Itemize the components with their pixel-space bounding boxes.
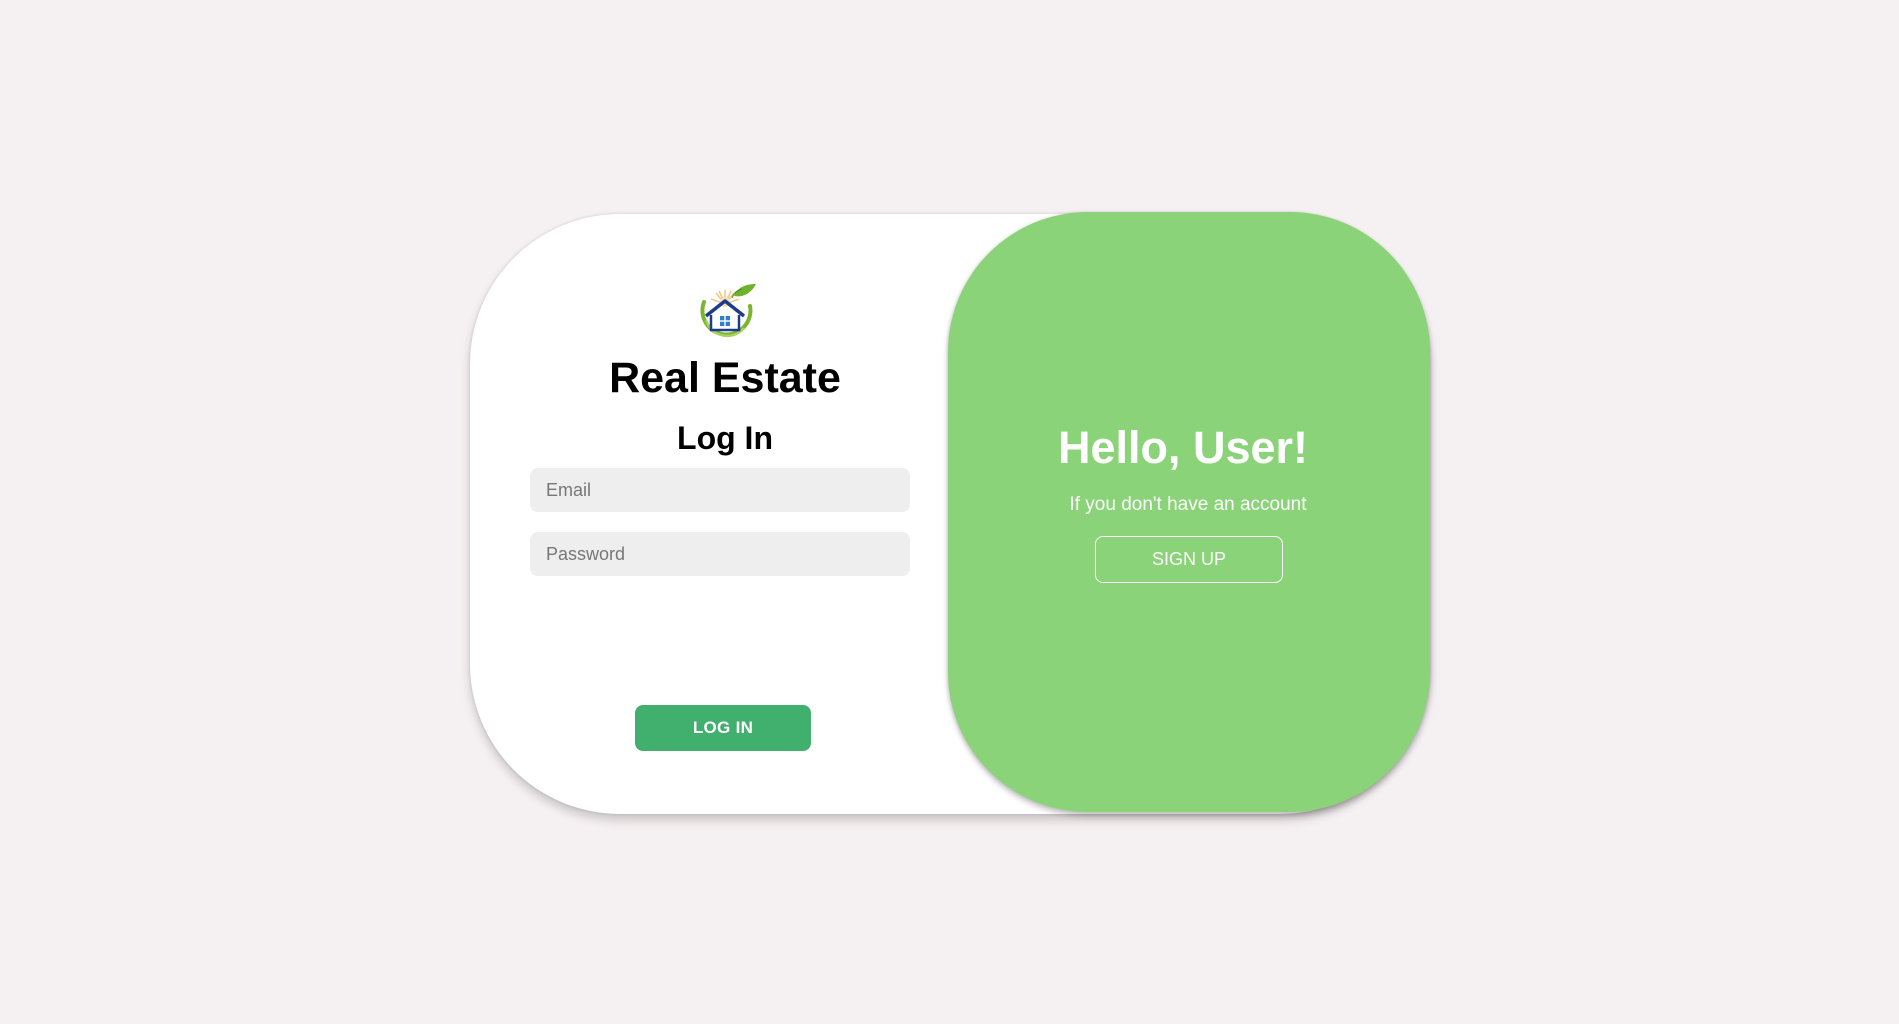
hello-title: Hello, User!	[1057, 422, 1309, 473]
password-field[interactable]	[530, 532, 910, 576]
signup-panel: Hello, User! If you don't have an accoun…	[948, 212, 1430, 812]
login-card: Real Estate Log In LOG IN Hello, User! I…	[470, 212, 1430, 814]
signup-button[interactable]: SIGN UP	[1095, 536, 1283, 583]
brand-title: Real Estate	[609, 354, 841, 402]
login-panel: Real Estate Log In LOG IN	[470, 214, 954, 814]
house-sun-leaf-logo-icon	[700, 284, 756, 338]
signup-prompt-text: If you don't have an account	[1069, 494, 1307, 515]
email-field[interactable]	[530, 468, 910, 512]
login-title: Log In	[677, 420, 773, 456]
login-button[interactable]: LOG IN	[635, 705, 811, 751]
